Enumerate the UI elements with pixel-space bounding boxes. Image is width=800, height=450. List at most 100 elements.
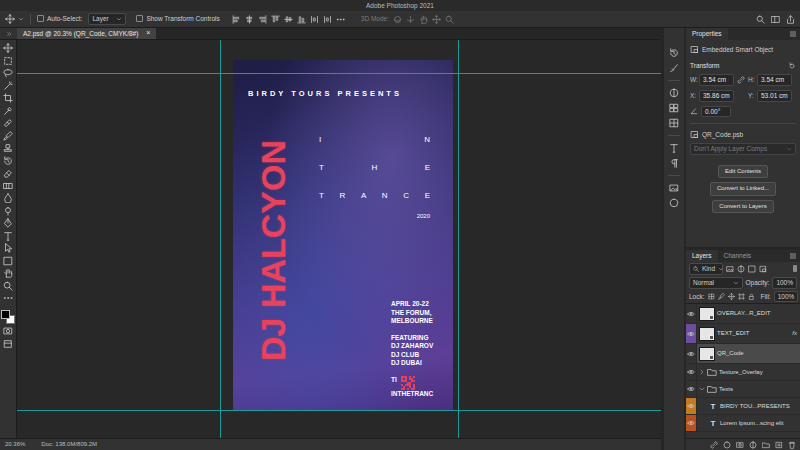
field-value[interactable]: 53.01 cm bbox=[761, 92, 788, 100]
layer-name[interactable]: OVERLAY...R_EDIT bbox=[717, 310, 797, 317]
panel-tab[interactable]: Layers bbox=[686, 250, 718, 262]
layer-name[interactable]: TEXT_EDIT bbox=[717, 330, 790, 337]
paragraph-panel-icon[interactable] bbox=[669, 158, 679, 168]
adjustment-filter-icon[interactable] bbox=[737, 265, 745, 273]
smart-filter-icon[interactable] bbox=[759, 265, 767, 273]
search-icon[interactable] bbox=[756, 15, 765, 24]
screen-mode-icon[interactable] bbox=[3, 339, 13, 349]
eye-icon[interactable] bbox=[687, 350, 695, 358]
foreground-color-swatch[interactable] bbox=[1, 310, 10, 319]
shape-tool-icon[interactable] bbox=[3, 256, 13, 266]
eye-icon[interactable] bbox=[687, 310, 695, 318]
document-tab-label[interactable]: A2.psd @ 20.3% (QR_Code, CMYK/8#) bbox=[23, 30, 138, 38]
eye-icon[interactable] bbox=[687, 419, 695, 427]
opacity-value[interactable]: 100% bbox=[776, 279, 793, 287]
transform-controls-checkbox[interactable] bbox=[136, 15, 143, 22]
layer-row[interactable]: QR_Code bbox=[686, 344, 800, 364]
fill-value[interactable]: 100% bbox=[778, 293, 795, 301]
align-icon[interactable] bbox=[271, 15, 280, 24]
lock-artboard-icon[interactable] bbox=[738, 293, 745, 300]
history-panel-icon[interactable] bbox=[669, 48, 679, 58]
dodge-tool-icon[interactable] bbox=[3, 206, 13, 216]
share-icon[interactable] bbox=[786, 15, 795, 24]
value-input[interactable]: 3.54 cm bbox=[757, 74, 792, 86]
adjustment-layer-icon[interactable] bbox=[749, 441, 757, 449]
zoom-tool-icon[interactable] bbox=[3, 281, 13, 291]
adjustments-panel-icon[interactable] bbox=[669, 88, 679, 98]
brush-settings-icon[interactable] bbox=[669, 63, 679, 73]
lock-position-icon[interactable] bbox=[728, 293, 735, 300]
align-icon[interactable] bbox=[284, 15, 293, 24]
link-icon[interactable] bbox=[737, 76, 745, 84]
lock-all-icon[interactable] bbox=[748, 293, 755, 300]
lasso-tool-icon[interactable] bbox=[3, 68, 13, 78]
field-value[interactable]: 3.54 cm bbox=[703, 76, 726, 84]
workspace-icon[interactable] bbox=[771, 15, 780, 24]
pen-tool-icon[interactable] bbox=[3, 218, 13, 228]
align-icon[interactable] bbox=[310, 15, 319, 24]
layer-row[interactable]: OVERLAY...R_EDIT bbox=[686, 304, 800, 324]
new-group-icon[interactable] bbox=[762, 441, 770, 449]
eye-icon[interactable] bbox=[687, 385, 695, 393]
layer-style-icon[interactable] bbox=[723, 441, 731, 449]
guide[interactable] bbox=[458, 40, 459, 438]
reset-icon[interactable] bbox=[788, 62, 796, 70]
canvas[interactable]: BIRDY TOURS PRESENTSDJ HALCYONINTHETRANC… bbox=[17, 40, 661, 438]
target-value[interactable]: Layer bbox=[92, 15, 108, 23]
field-value[interactable]: 35.86 cm bbox=[703, 92, 730, 100]
filter-kind[interactable]: Kind bbox=[702, 265, 715, 273]
layer-row[interactable]: TEXT_EDITfx bbox=[686, 324, 800, 344]
eye-icon[interactable] bbox=[687, 330, 695, 338]
field-value[interactable]: 3.54 cm bbox=[761, 76, 784, 84]
layer-name[interactable]: Texts bbox=[719, 386, 797, 393]
auto-select-checkbox[interactable] bbox=[37, 15, 44, 22]
auto-select-label[interactable]: Auto-Select: bbox=[47, 15, 82, 23]
guide[interactable] bbox=[17, 410, 661, 411]
transform-controls-label[interactable]: Show Transform Controls bbox=[146, 15, 219, 23]
align-icon[interactable] bbox=[336, 15, 345, 24]
guide[interactable] bbox=[17, 73, 661, 74]
layer-name[interactable]: Texture_Overlay bbox=[719, 369, 797, 376]
more-tool-icon[interactable] bbox=[3, 293, 13, 303]
filter-toggle[interactable] bbox=[793, 265, 797, 272]
new-layer-icon[interactable] bbox=[775, 441, 783, 449]
collapse-icon[interactable] bbox=[6, 31, 12, 37]
layer-row[interactable]: TLorem Ipsum...scing elit bbox=[686, 415, 800, 432]
tool-preset[interactable] bbox=[5, 14, 24, 24]
delete-layer-icon[interactable] bbox=[788, 441, 796, 449]
layer-row[interactable]: Texts bbox=[686, 381, 800, 398]
eyedrop-tool-icon[interactable] bbox=[3, 106, 13, 116]
align-icon[interactable] bbox=[258, 15, 267, 24]
properties-button[interactable]: Edit Contents bbox=[718, 165, 768, 178]
path-tool-icon[interactable] bbox=[3, 243, 13, 253]
hand-tool-icon[interactable] bbox=[3, 268, 13, 278]
dropdown-arrow-icon[interactable] bbox=[116, 16, 122, 22]
brush-tool-icon[interactable] bbox=[3, 131, 13, 141]
value-input[interactable]: 53.01 cm bbox=[757, 90, 792, 102]
properties-tab-label[interactable]: Properties bbox=[692, 30, 722, 38]
angle-input[interactable]: 0.00° bbox=[701, 106, 731, 118]
panel-menu-icon[interactable] bbox=[789, 30, 797, 38]
crop-tool-icon[interactable] bbox=[3, 93, 13, 103]
blur-tool-icon[interactable] bbox=[3, 193, 13, 203]
character-panel-icon[interactable] bbox=[669, 143, 679, 153]
stamp-tool-icon[interactable] bbox=[3, 143, 13, 153]
layer-name[interactable]: QR_Code bbox=[717, 350, 797, 357]
link-layers-icon[interactable] bbox=[710, 441, 718, 449]
add-mask-icon[interactable] bbox=[736, 441, 744, 449]
document-tab[interactable]: A2.psd @ 20.3% (QR_Code, CMYK/8#)× bbox=[17, 28, 156, 39]
opacity-input[interactable]: 100% bbox=[772, 277, 797, 289]
lock-image-icon[interactable] bbox=[718, 293, 725, 300]
properties-button[interactable]: Convert to Layers bbox=[712, 200, 773, 213]
gradient-tool-icon[interactable] bbox=[3, 181, 13, 191]
move-tool-icon[interactable] bbox=[3, 43, 13, 53]
blend-mode-dropdown[interactable]: Normal bbox=[689, 277, 743, 289]
panel-tab-label[interactable]: Channels bbox=[724, 252, 751, 260]
value-input[interactable]: 35.86 cm bbox=[699, 90, 734, 102]
effects-badge[interactable]: fx bbox=[792, 330, 797, 337]
filter-kind-dropdown[interactable]: Kind bbox=[689, 263, 723, 275]
blend-mode[interactable]: Normal bbox=[693, 279, 714, 287]
align-icon[interactable] bbox=[323, 15, 332, 24]
patterns-panel-icon[interactable] bbox=[669, 183, 679, 193]
color-swatches[interactable] bbox=[1, 310, 15, 324]
